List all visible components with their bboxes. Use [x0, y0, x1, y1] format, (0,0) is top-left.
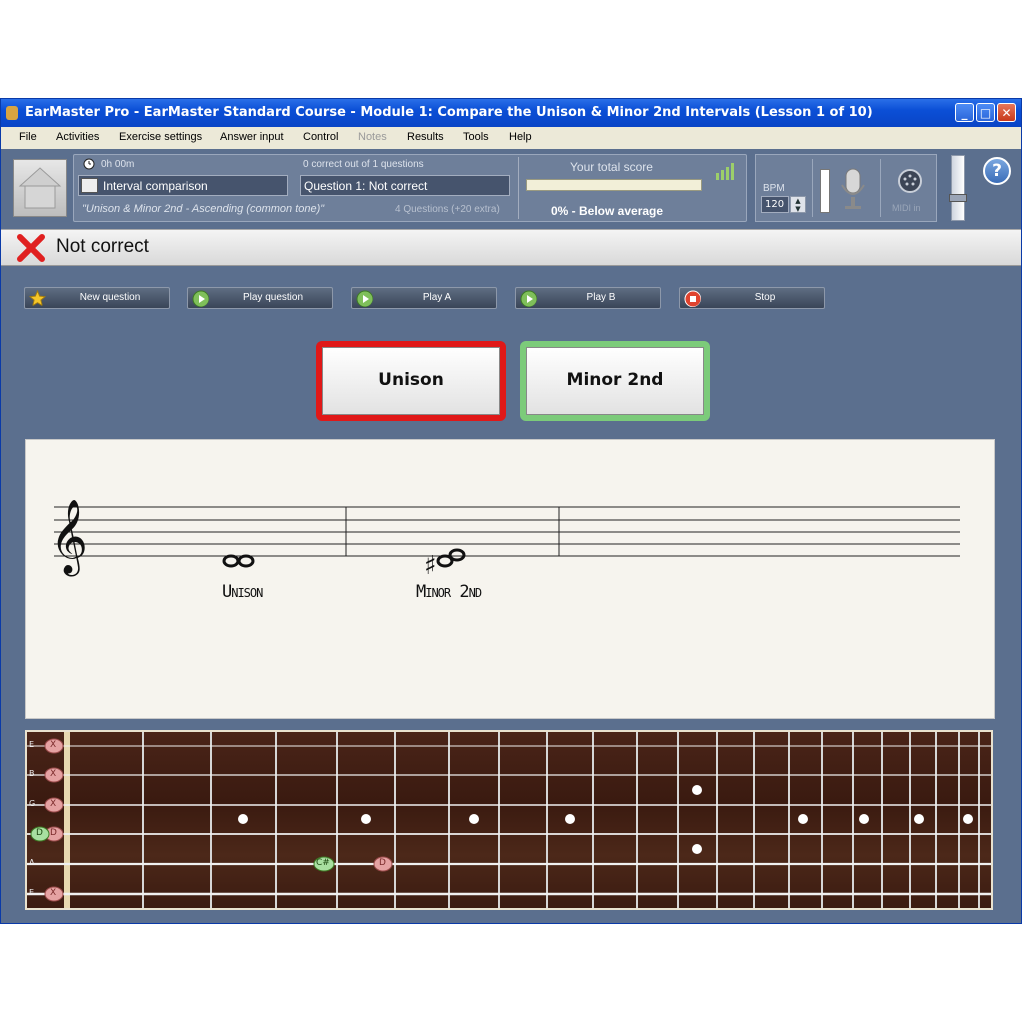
minimize-button[interactable]: _ [955, 103, 974, 122]
clock-icon [83, 158, 95, 170]
interval-icon [81, 178, 98, 193]
interval-label-unison: Unison [222, 582, 263, 602]
play-b-icon [520, 290, 537, 307]
menu-control[interactable]: Control [303, 131, 338, 143]
menu-bar: File Activities Exercise settings Answer… [1, 127, 1021, 149]
toolbar: 0h 00m Interval comparison 0 correct out… [1, 149, 1021, 227]
exercise-subtitle: "Unison & Minor 2nd - Ascending (common … [82, 203, 325, 215]
new-question-button[interactable]: New question [24, 287, 170, 309]
bpm-stepper[interactable]: ▲ ▼ [790, 196, 806, 213]
menu-notes: Notes [358, 131, 387, 143]
play-b-button[interactable]: Play B [515, 287, 661, 309]
answer-label: Unison [322, 347, 500, 415]
interval-label-minor-2nd: Minor 2nd [416, 582, 482, 602]
play-question-button[interactable]: Play question [187, 287, 333, 309]
treble-clef-icon: 𝄞 [50, 500, 88, 577]
microphone-icon[interactable] [836, 165, 870, 215]
exercise-info-panel: 0h 00m Interval comparison 0 correct out… [73, 154, 747, 222]
question-status-field: Question 1: Not correct [300, 175, 510, 196]
bpm-input[interactable]: 120 [761, 196, 789, 213]
fret-inlays [238, 785, 973, 854]
volume-slider-thumb[interactable] [949, 194, 967, 202]
menu-exercise-settings[interactable]: Exercise settings [119, 131, 202, 143]
menu-answer-input[interactable]: Answer input [220, 131, 284, 143]
answer-minor-2nd-button[interactable]: Minor 2nd [520, 341, 710, 421]
open-string-markers [30, 738, 64, 902]
open-string-marker: D [50, 828, 57, 838]
open-string-marker: X [50, 888, 57, 898]
string-label: G [29, 799, 36, 808]
guitar-fretboard[interactable]: E B G A E X X X D D X C# D [25, 730, 993, 910]
score-value: 0% - Below average [551, 204, 664, 218]
string-label: E [29, 888, 35, 897]
score-bar [526, 179, 702, 191]
question-status: Question 1: Not correct [304, 179, 428, 193]
progress-text: 0 correct out of 1 questions [303, 159, 424, 170]
divider [880, 159, 881, 217]
volume-slider[interactable] [949, 155, 967, 221]
score-label: Your total score [570, 160, 653, 174]
close-button[interactable]: ✕ [997, 103, 1016, 122]
fretboard-svg [27, 732, 991, 908]
questions-count: 4 Questions (+20 extra) [395, 204, 500, 215]
svg-text:♯: ♯ [424, 551, 437, 581]
string-label: A [29, 858, 35, 867]
notes-unison [222, 554, 255, 568]
play-a-icon [356, 290, 373, 307]
home-button[interactable] [13, 159, 67, 217]
exercise-type-field: Interval comparison [78, 175, 288, 196]
open-string-marker: X [50, 740, 57, 750]
tempo-panel: BPM 120 ▲ ▼ MIDI in [755, 154, 937, 222]
answer-label: Minor 2nd [526, 347, 704, 415]
signal-bars-icon [716, 163, 734, 180]
timer: 0h 00m [101, 159, 135, 170]
fret-note-d: D [379, 858, 386, 868]
maximize-button[interactable]: □ [976, 103, 995, 122]
menu-help[interactable]: Help [509, 131, 532, 143]
window-title: EarMaster Pro - EarMaster Standard Cours… [25, 105, 873, 120]
menu-file[interactable]: File [19, 131, 37, 143]
string-label: B [29, 769, 35, 778]
star-icon [29, 290, 46, 307]
status-text: Not correct [56, 236, 149, 257]
fret-note-c-sharp: C# [316, 858, 330, 868]
x-icon [17, 234, 45, 262]
string-label: E [29, 740, 35, 749]
play-question-icon [192, 290, 209, 307]
svg-text:𝄞: 𝄞 [50, 500, 88, 577]
staff: 𝄞 ♯ [50, 500, 960, 581]
volume-meter [820, 169, 830, 213]
app-icon [6, 106, 18, 120]
help-icon[interactable]: ? [983, 157, 1011, 185]
play-a-button[interactable]: Play A [351, 287, 497, 309]
home-icon [18, 167, 62, 209]
midi-label: MIDI in [892, 203, 921, 213]
divider [812, 159, 813, 217]
menu-activities[interactable]: Activities [56, 131, 99, 143]
divider [518, 157, 519, 219]
bpm-label: BPM [763, 183, 785, 194]
open-string-marker: X [50, 769, 57, 779]
title-bar[interactable]: EarMaster Pro - EarMaster Standard Cours… [1, 99, 1021, 127]
menu-tools[interactable]: Tools [463, 131, 489, 143]
notes-minor-2nd: ♯ [424, 548, 466, 581]
open-string-marker: D [36, 828, 43, 838]
exercise-type: Interval comparison [103, 179, 208, 193]
menu-results[interactable]: Results [407, 131, 444, 143]
answer-unison-button[interactable]: Unison [316, 341, 506, 421]
stop-icon [684, 290, 701, 307]
midi-icon[interactable] [896, 167, 924, 195]
stop-button[interactable]: Stop [679, 287, 825, 309]
app-window: EarMaster Pro - EarMaster Standard Cours… [0, 98, 1022, 924]
score-sheet: 𝄞 ♯ Unison Minor 2nd [25, 439, 995, 719]
open-string-marker: X [50, 799, 57, 809]
result-status-bar: Not correct [1, 229, 1021, 266]
